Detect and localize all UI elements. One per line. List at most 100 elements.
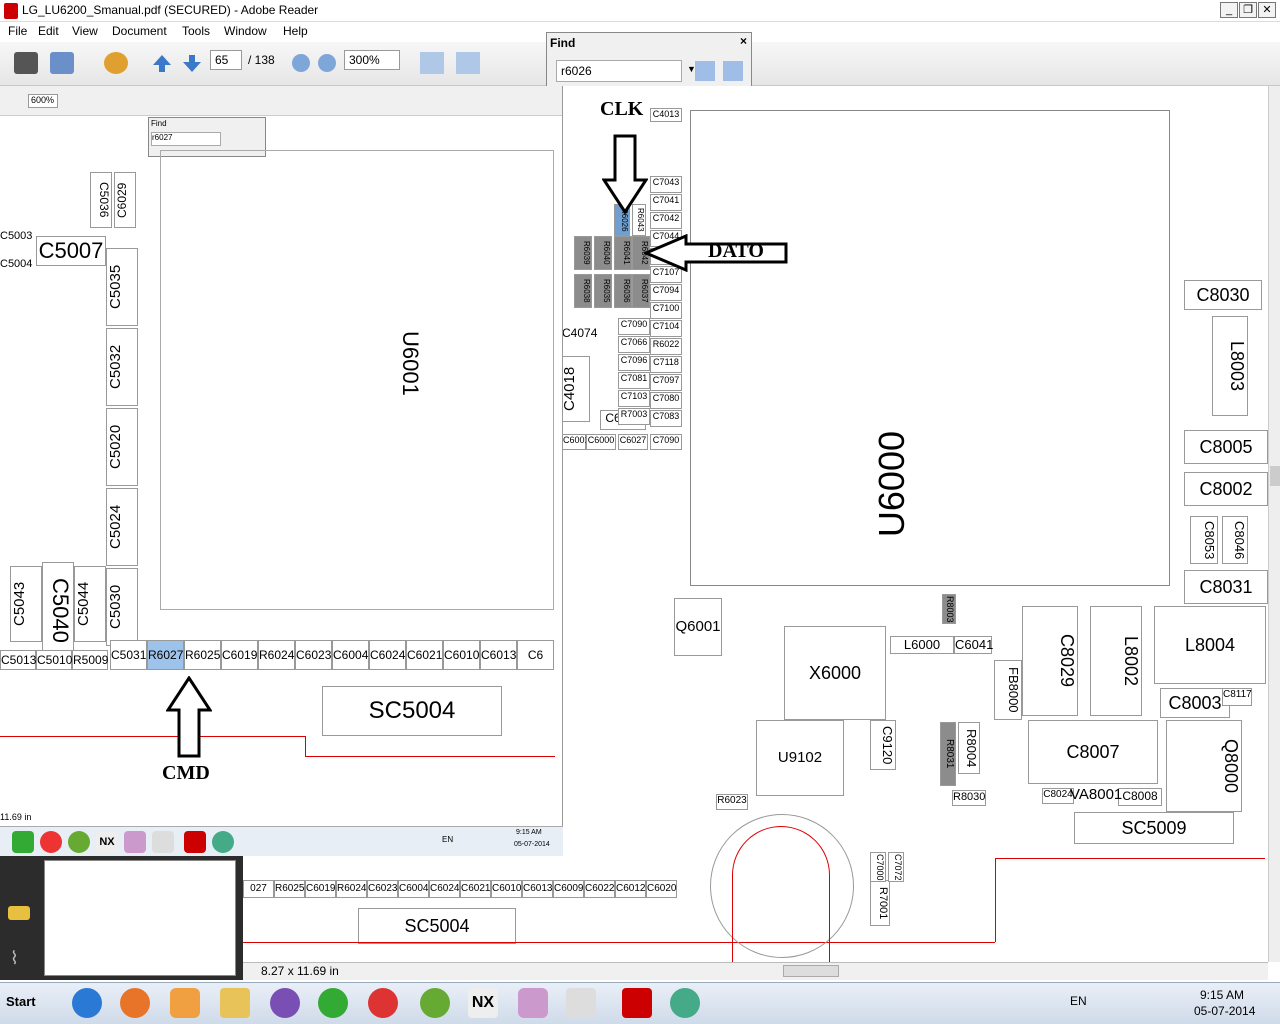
next-page-icon[interactable] (180, 52, 204, 74)
part-c7041: C7041 (650, 194, 682, 211)
thumbnail-panel[interactable] (44, 860, 236, 976)
chip-u6001: U6001 (160, 150, 554, 610)
zoom-select[interactable]: 300% (344, 50, 400, 70)
viber-icon[interactable] (270, 988, 300, 1018)
part-c6009: C6009 (553, 880, 584, 898)
media-icon[interactable] (518, 988, 548, 1018)
network-icon[interactable] (670, 988, 700, 1018)
part-fb8000: FB8000 (994, 660, 1022, 720)
explorer-icon[interactable] (220, 988, 250, 1018)
firefox-icon[interactable] (120, 988, 150, 1018)
part-r8031: R8031 (940, 722, 956, 786)
menu-file[interactable]: File (8, 24, 27, 38)
inner-acrobat-icon[interactable] (184, 831, 206, 853)
find-previous-icon[interactable] (695, 61, 715, 81)
inner-paint-icon[interactable] (152, 831, 174, 853)
part-c5036: C5036 (90, 172, 112, 228)
part-c8030: C8030 (1184, 280, 1262, 310)
attachment-icon[interactable]: ⌇ (10, 948, 19, 969)
part-c8046: C8046 (1222, 516, 1248, 564)
inner-nx-icon[interactable]: NX (96, 831, 118, 853)
part-sc5009: SC5009 (1074, 812, 1234, 844)
part-c8005: C8005 (1184, 430, 1268, 464)
clock-date[interactable]: 05-07-2014 (1194, 1004, 1255, 1018)
part-r6024: R6024 (258, 640, 295, 670)
inner-network-icon[interactable] (212, 831, 234, 853)
title-bar: LG_LU6200_Smanual.pdf (SECURED) - Adobe … (0, 0, 1280, 22)
menu-window[interactable]: Window (224, 24, 267, 38)
share-icon[interactable] (50, 52, 74, 74)
part-027: 027 (243, 880, 274, 898)
acrobat-icon[interactable] (622, 988, 652, 1018)
clk-label: CLK (600, 98, 644, 120)
page-number-input[interactable]: 65 (210, 50, 242, 70)
fit-width-icon[interactable] (456, 52, 480, 74)
part-x6000: X6000 (784, 626, 886, 720)
part-c7094: C7094 (650, 284, 682, 301)
part-c7090: C7090 (618, 318, 650, 335)
part-r5009: R5009 (72, 650, 108, 670)
inner-app-icon[interactable] (68, 831, 90, 853)
part-r6040: R6040 (594, 236, 612, 270)
menu-document[interactable]: Document (112, 24, 167, 38)
dato-label: DATO (708, 240, 764, 262)
part-c7097: C7097 (650, 374, 682, 391)
part-q8000: Q8000 (1166, 720, 1242, 812)
horizontal-scroll-thumb[interactable] (783, 965, 839, 977)
part-r6022: R6022 (650, 338, 682, 355)
part-c6022: C6022 (584, 880, 615, 898)
previous-page-icon[interactable] (150, 52, 174, 74)
start-button[interactable]: Start (2, 986, 52, 1018)
chrome-icon[interactable] (368, 988, 398, 1018)
sync-icon[interactable] (104, 52, 128, 74)
menu-tools[interactable]: Tools (182, 24, 210, 38)
nx-icon[interactable]: NX (468, 988, 498, 1018)
find-close-button[interactable]: × (740, 34, 747, 48)
part-c6004: C6004 (332, 640, 369, 670)
inner-clock-time: 9:15 AM (516, 829, 542, 836)
vertical-scrollbar[interactable] (1268, 86, 1280, 962)
part-r6036: R6036 (614, 274, 632, 308)
part-c8029: C8029 (1022, 606, 1078, 716)
part-c7090: C7090 (650, 434, 682, 450)
menu-view[interactable]: View (72, 24, 98, 38)
comment-icon[interactable] (8, 906, 30, 920)
part-c6000: C6000 (586, 434, 616, 450)
language-indicator[interactable]: EN (1070, 994, 1087, 1008)
part-c5040: C5040 (42, 562, 74, 658)
menu-help[interactable]: Help (283, 24, 308, 38)
part-c4074: C4074 (562, 326, 598, 340)
chip-u6000: U6000 (690, 110, 1170, 586)
fit-page-icon[interactable] (420, 52, 444, 74)
find-next-icon[interactable] (723, 61, 743, 81)
part-r6035: R6035 (594, 274, 612, 308)
inner-chrome-icon[interactable] (40, 831, 62, 853)
part-sc5004: SC5004 (322, 686, 502, 736)
part-r6025: R6025 (274, 880, 305, 898)
paint-icon[interactable] (566, 988, 596, 1018)
menu-edit[interactable]: Edit (38, 24, 59, 38)
zoom-out-icon[interactable] (292, 54, 310, 72)
minimize-button[interactable]: _ (1220, 2, 1238, 18)
inner-media-icon[interactable] (124, 831, 146, 853)
part-u9102: U9102 (756, 720, 844, 796)
app-icon[interactable] (420, 988, 450, 1018)
ie-icon[interactable] (72, 988, 102, 1018)
part-c7083: C7083 (650, 410, 682, 427)
vertical-scroll-thumb[interactable] (1270, 466, 1280, 486)
inner-find-input[interactable]: r6027 (151, 132, 221, 146)
zoom-in-icon[interactable] (318, 54, 336, 72)
inner-icq-icon[interactable] (12, 831, 34, 853)
inner-reader-window[interactable]: 600% Find r6027 U6001 C5007 C5035 C5032 … (0, 86, 563, 826)
trace-red (243, 942, 995, 943)
find-input[interactable]: r6026 (556, 60, 682, 82)
inner-zoom[interactable]: 600% (28, 94, 58, 108)
media-player-icon[interactable] (170, 988, 200, 1018)
part-c7081: C7081 (618, 372, 650, 389)
icq-icon[interactable] (318, 988, 348, 1018)
restore-button[interactable]: ❐ (1239, 2, 1257, 18)
clock-time[interactable]: 9:15 AM (1200, 988, 1244, 1002)
start-label: Start (6, 994, 36, 1009)
close-button[interactable]: ✕ (1258, 2, 1276, 18)
print-icon[interactable] (14, 52, 38, 74)
